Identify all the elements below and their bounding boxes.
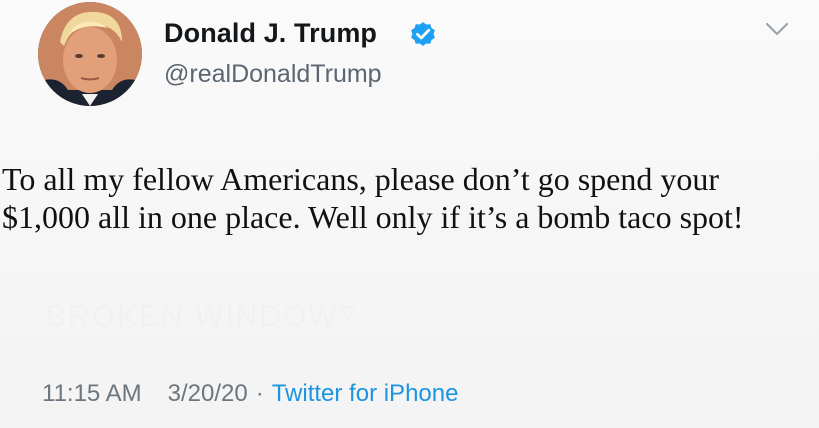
- avatar[interactable]: [38, 2, 142, 106]
- meta-separator: ·: [255, 380, 264, 407]
- chevron-down-icon[interactable]: [764, 20, 790, 38]
- author-display-name[interactable]: Donald J. Trump: [164, 18, 377, 49]
- tweet-time[interactable]: 11:15 AM: [42, 380, 142, 407]
- tweet-text: To all my fellow Americans, please don’t…: [2, 161, 744, 235]
- tweet-date[interactable]: 3/20/20: [168, 380, 248, 407]
- tweet-source-link[interactable]: Twitter for iPhone: [272, 380, 459, 407]
- avatar-portrait-icon: [38, 2, 142, 106]
- faint-background-text: BROKEN WINDOW?: [46, 300, 358, 333]
- author-handle[interactable]: @realDonaldTrump: [164, 60, 382, 89]
- tweet-meta: 11:15 AM 3/20/20 · Twitter for iPhone: [42, 380, 458, 408]
- verified-check-icon: [411, 22, 435, 46]
- tweet-card: Donald J. Trump @realDonaldTrump To all …: [0, 0, 819, 428]
